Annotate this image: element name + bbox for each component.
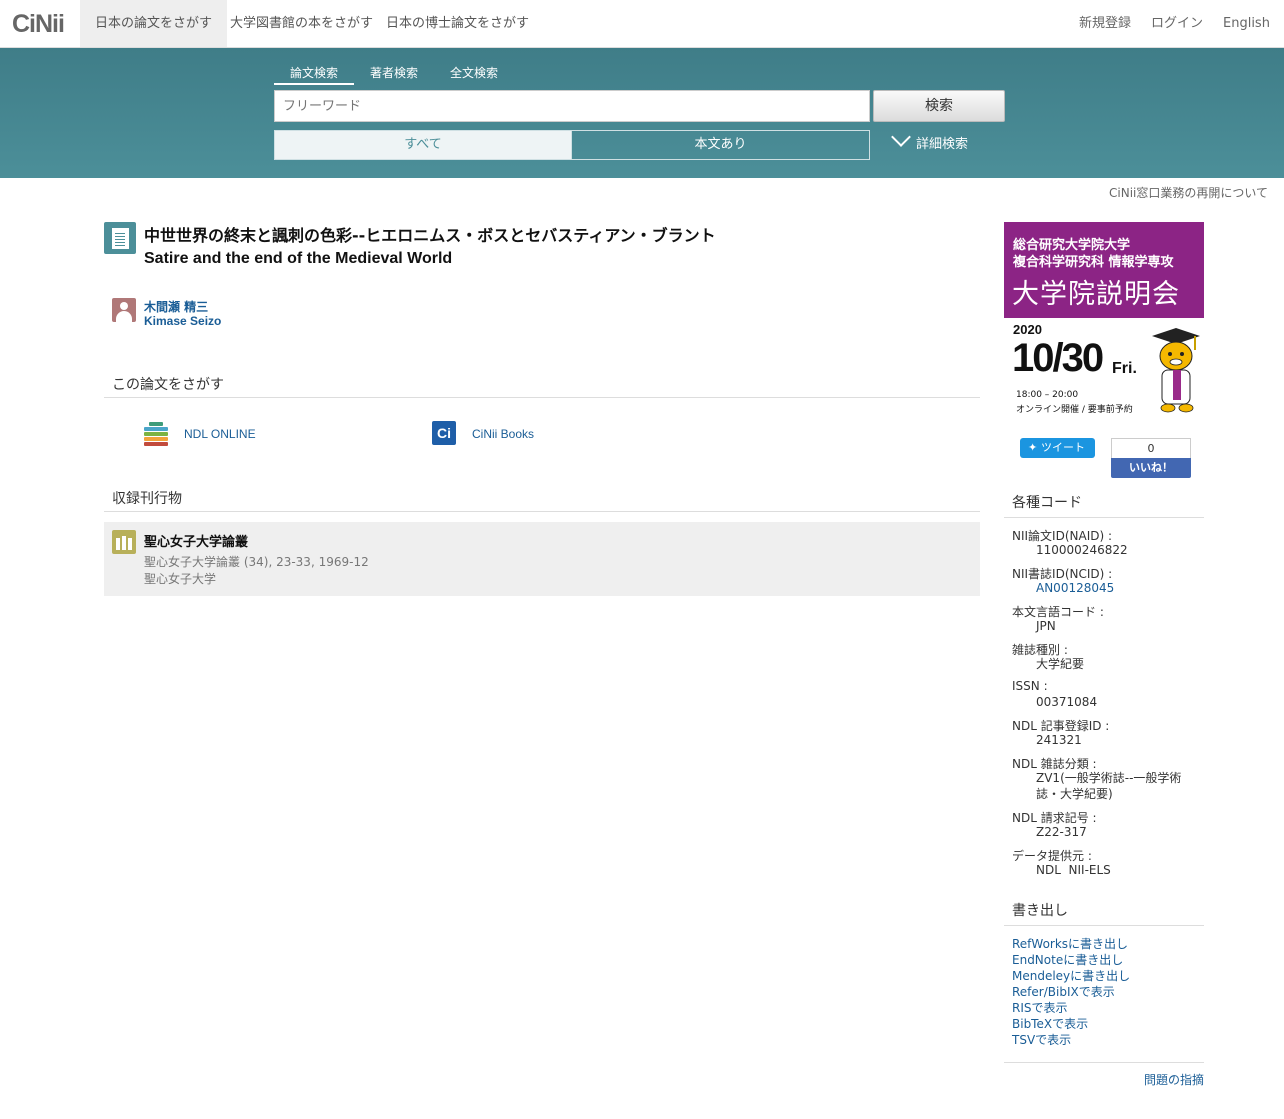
tweet-label: ツイート bbox=[1041, 441, 1086, 454]
sidebar-divider bbox=[1004, 1062, 1204, 1063]
journal-citation: 聖心女子大学論叢 (34), 23-33, 1969-12 bbox=[144, 555, 369, 569]
cinii-books-icon: Ci bbox=[432, 421, 456, 445]
export-ris-link[interactable]: RISで表示 bbox=[1012, 999, 1068, 1016]
filter-all-toggle[interactable]: すべて bbox=[274, 130, 572, 160]
banner-time: 18:00 – 20:00 bbox=[1016, 390, 1079, 400]
code-value-naid: 110000246822 bbox=[1036, 543, 1128, 557]
code-value-journal-type: 大学紀要 bbox=[1036, 657, 1085, 671]
journal-title[interactable]: 聖心女子大学論叢 bbox=[144, 531, 248, 550]
document-icon bbox=[104, 222, 136, 254]
ndl-online-icon bbox=[144, 420, 168, 446]
register-link[interactable]: 新規登録 bbox=[1079, 0, 1131, 47]
export-bibtex-link[interactable]: BibTeXで表示 bbox=[1012, 1015, 1088, 1032]
tab-fulltext-search[interactable]: 全文検索 bbox=[442, 63, 506, 85]
nav-tab-dissertations[interactable]: 日本の博士論文をさがす bbox=[371, 0, 544, 47]
banner-note: オンライン開催 / 要事前予約 bbox=[1016, 405, 1133, 415]
cinii-books-link[interactable]: CiNii Books bbox=[472, 427, 534, 441]
journal-publisher: 聖心女子大学 bbox=[144, 572, 217, 586]
code-value-provider: NDL NII-ELS bbox=[1036, 863, 1111, 877]
code-value-call-number: Z22-317 bbox=[1036, 825, 1087, 839]
find-section-heading: この論文をさがす bbox=[104, 374, 980, 398]
journal-section-heading: 収録刊行物 bbox=[104, 488, 980, 512]
top-navbar: CiNii 日本の論文をさがす 大学図書館の本をさがす 日本の博士論文をさがす … bbox=[0, 0, 1284, 48]
export-tsv-link[interactable]: TSVで表示 bbox=[1012, 1031, 1071, 1048]
ndl-online-link[interactable]: NDL ONLINE bbox=[184, 427, 256, 441]
article-title-ja: 中世世界の終末と諷刺の色彩--ヒエロニムス・ボスとセバスティアン・ブラント bbox=[144, 226, 716, 245]
tab-article-search[interactable]: 論文検索 bbox=[274, 63, 354, 85]
login-link[interactable]: ログイン bbox=[1151, 0, 1203, 47]
service-notice-link[interactable]: CiNii窓口業務の再開について bbox=[1109, 184, 1268, 201]
banner-event-title: 大学院説明会 bbox=[1012, 279, 1180, 310]
journal-entry: 聖心女子大学論叢 聖心女子大学論叢 (34), 23-33, 1969-12 聖… bbox=[104, 522, 980, 596]
tweet-button[interactable]: ✦ ツイート bbox=[1020, 438, 1095, 458]
report-problem-link[interactable]: 問題の指摘 bbox=[1144, 1071, 1204, 1088]
facebook-like-button[interactable]: いいね！ bbox=[1111, 458, 1191, 478]
author-name-en[interactable]: Kimase Seizo bbox=[144, 314, 221, 328]
export-heading: 書き出し bbox=[1004, 900, 1204, 926]
article-title-en: Satire and the end of the Medieval World bbox=[144, 250, 453, 267]
author-icon bbox=[112, 298, 136, 322]
export-endnote-link[interactable]: EndNoteに書き出し bbox=[1012, 951, 1123, 968]
banner-year: 2020 bbox=[1013, 322, 1042, 337]
nav-tab-books[interactable]: 大学図書館の本をさがす bbox=[215, 0, 388, 47]
like-label: いいね！ bbox=[1129, 461, 1173, 474]
codes-heading: 各種コード bbox=[1004, 492, 1204, 518]
filter-fulltext-toggle[interactable]: 本文あり bbox=[571, 130, 870, 160]
export-refer-link[interactable]: Refer/BibIXで表示 bbox=[1012, 983, 1115, 1000]
banner-weekday: Fri. bbox=[1112, 360, 1137, 377]
tab-author-search[interactable]: 著者検索 bbox=[362, 63, 426, 85]
code-value-ndl-id: 241321 bbox=[1036, 733, 1082, 747]
search-panel: 論文検索 著者検索 全文検索 検索 すべて 本文あり 詳細検索 bbox=[0, 48, 1284, 178]
search-button[interactable]: 検索 bbox=[873, 90, 1005, 122]
author-name-ja[interactable]: 木間瀬 精三 bbox=[144, 298, 208, 315]
export-mendeley-link[interactable]: Mendeleyに書き出し bbox=[1012, 967, 1130, 984]
english-link[interactable]: English bbox=[1223, 0, 1270, 47]
banner-date: 10/30 bbox=[1012, 336, 1104, 380]
advanced-search-link[interactable]: 詳細検索 bbox=[890, 127, 969, 160]
code-value-ndl-class: ZV1(一般学術誌--一般学術誌・大学紀要) bbox=[1036, 771, 1182, 801]
event-banner[interactable]: 総合研究大学院大学 複合科学研究科 情報学専攻 大学院説明会 2020 10/3… bbox=[1004, 222, 1204, 418]
like-count: 0 bbox=[1111, 438, 1191, 458]
code-value-language: JPN bbox=[1036, 619, 1056, 633]
chevron-down-icon bbox=[891, 127, 911, 147]
twitter-bird-icon: ✦ bbox=[1028, 441, 1042, 454]
code-value-issn: 00371084 bbox=[1036, 695, 1098, 709]
export-refworks-link[interactable]: RefWorksに書き出し bbox=[1012, 935, 1128, 952]
nav-tab-articles[interactable]: 日本の論文をさがす bbox=[80, 0, 228, 47]
mascot-illustration bbox=[1152, 328, 1200, 413]
code-label-issn: ISSN : bbox=[1012, 679, 1048, 693]
journal-icon bbox=[112, 530, 136, 554]
code-value-ncid-link[interactable]: AN00128045 bbox=[1036, 581, 1114, 595]
search-input[interactable] bbox=[274, 90, 870, 122]
banner-department: 複合科学研究科 情報学専攻 bbox=[1013, 255, 1174, 270]
advanced-search-label: 詳細検索 bbox=[916, 137, 969, 152]
cinii-logo[interactable]: CiNii bbox=[12, 10, 65, 39]
